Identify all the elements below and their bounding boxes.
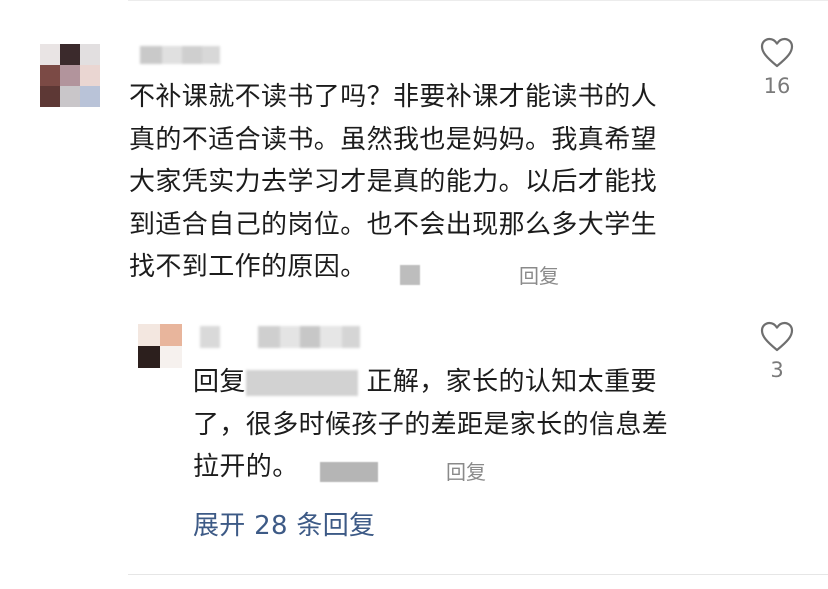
like-count: 16 [763, 74, 791, 98]
reply-line: 正解，家长的认知太重要 [357, 367, 657, 397]
comment-line: 到适合自己的岗位。也不会出现那么多大学生 [129, 209, 658, 240]
reply-timestamp-masked [320, 462, 378, 482]
reply-prefix: 回复 [193, 367, 246, 397]
reply-line: 拉开的。 [193, 452, 299, 482]
comment-line: 不补课就不读书了吗？非要补课才能读书的人 [129, 82, 658, 112]
expand-replies-link[interactable]: 展开 28 条回复 [193, 505, 375, 542]
username-masked [140, 46, 220, 64]
reply-avatar[interactable] [138, 324, 182, 368]
comment-text: 不补课就不读书了吗？非要补课才能读书的人 真的不适合读书。虽然我也是妈妈。我真希… [129, 76, 729, 289]
heart-outline-icon [760, 321, 794, 352]
reply-button[interactable]: 回复 [519, 260, 559, 289]
bottom-divider [128, 574, 828, 575]
reply-like-count: 3 [770, 358, 784, 382]
reply-to-reply-button[interactable]: 回复 [446, 456, 486, 485]
reply-username-masked [200, 326, 360, 348]
comment-line: 大家凭实力去学习才是真的能力。以后才能找 [129, 167, 658, 197]
like-button[interactable]: 16 [750, 37, 804, 98]
reply-like-button[interactable]: 3 [750, 321, 804, 382]
avatar[interactable] [40, 44, 100, 107]
reply-line: 了，很多时候孩子的差距是家长的信息差 [193, 409, 669, 440]
mention-masked [245, 369, 358, 396]
timestamp-masked [400, 265, 420, 285]
comment-line: 真的不适合读书。虽然我也是妈妈。我真希望 [129, 124, 658, 155]
heart-outline-icon [760, 37, 794, 68]
top-divider [128, 0, 828, 1]
comment-line: 找不到工作的原因。 [129, 252, 367, 282]
